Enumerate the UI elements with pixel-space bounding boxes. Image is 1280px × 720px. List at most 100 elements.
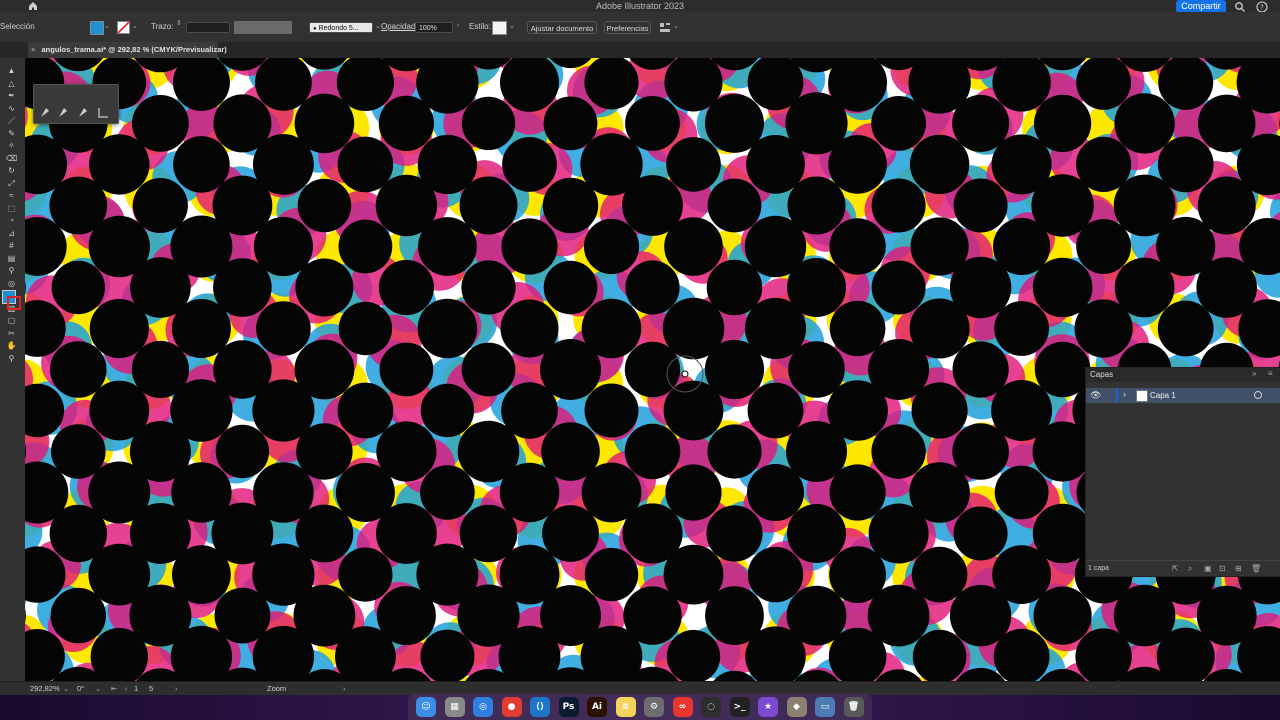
vscode-icon[interactable]: ⟨⟩ — [530, 697, 550, 717]
new-layer-icon[interactable]: ⊞ — [1235, 564, 1242, 573]
eyedropper-tool-icon[interactable]: ⚲ — [4, 264, 19, 277]
tool-mode: Zoom — [267, 684, 287, 693]
align-icon[interactable] — [659, 22, 671, 33]
photoshop-icon[interactable]: Ps — [558, 697, 579, 717]
gimp-icon[interactable]: ◆ — [786, 697, 807, 717]
halftone-dot — [871, 424, 926, 479]
layers-panel-title[interactable]: Capas — [1090, 370, 1113, 379]
page-nav-value[interactable]: 5 — [149, 684, 153, 694]
brush-value: Redondo 5... — [318, 25, 359, 32]
warp-tool-icon[interactable]: ≈ — [4, 189, 19, 202]
trash-icon[interactable]: 🗑 — [843, 697, 864, 717]
mesh-tool-icon[interactable]: # — [4, 239, 19, 252]
scale-tool-icon[interactable]: ⤢ — [4, 177, 19, 190]
new-sublayer-icon[interactable]: ⊡ — [1219, 564, 1226, 573]
stroke-stepper-icon[interactable]: ⇕ — [176, 19, 182, 27]
imovie-icon[interactable]: ★ — [758, 697, 778, 717]
prev-artboard-icon[interactable]: ‹ — [125, 684, 128, 694]
zoom-dropdown-icon[interactable]: ⌄ — [63, 684, 69, 694]
pen-tool-icon[interactable]: ✒ — [4, 89, 19, 102]
finder-icon[interactable]: ☺ — [416, 697, 436, 717]
rotate-tool-icon[interactable]: ↻ — [4, 164, 19, 177]
align-dropdown-icon[interactable]: ⌄ — [673, 22, 679, 30]
free-transform-tool-icon[interactable]: ⬚ — [4, 202, 19, 215]
curvature-tool-icon[interactable]: ∿ — [4, 102, 19, 115]
layer-row[interactable]: 👁 › Capa 1 — [1086, 388, 1280, 403]
halftone-dot — [50, 587, 106, 644]
direct-selection-tool-icon[interactable]: △ — [4, 77, 19, 90]
halftone-dot — [1032, 421, 1093, 482]
stroke-swatch[interactable] — [117, 21, 130, 34]
perspective-tool-icon[interactable]: ⊿ — [4, 227, 19, 240]
locate-object-icon[interactable]: ⌕ — [1188, 564, 1192, 574]
opacity-label[interactable]: Opacidad: — [381, 21, 417, 33]
close-tab-icon[interactable]: × — [31, 45, 35, 54]
fill-dropdown-icon[interactable]: ⌄ — [104, 22, 110, 30]
line-tool-icon[interactable]: ／ — [4, 114, 19, 127]
stroke-color-swatch[interactable] — [7, 296, 21, 310]
zoom-level[interactable]: 292,82% — [30, 684, 60, 694]
layer-name[interactable]: Capa 1 — [1150, 391, 1176, 400]
rotation-value[interactable]: 0° — [77, 684, 84, 694]
svg-text:?: ? — [1260, 4, 1264, 12]
blend-tool-icon[interactable]: ◎ — [4, 277, 19, 290]
system-preferences-icon[interactable]: ⚙ — [644, 697, 664, 717]
next-artboard-icon[interactable]: › — [175, 684, 178, 694]
shape-builder-tool-icon[interactable]: ◔ — [4, 214, 19, 227]
launchpad-icon[interactable]: ▦ — [444, 697, 465, 717]
home-icon[interactable] — [27, 0, 39, 12]
shaper-tool-icon[interactable]: ✧ — [4, 139, 19, 152]
clipping-mask-icon[interactable]: ▣ — [1204, 564, 1212, 573]
visibility-eye-icon[interactable]: 👁 — [1090, 390, 1101, 401]
activity-icon[interactable]: ◌ — [701, 697, 721, 717]
creative-cloud-icon[interactable]: ∞ — [672, 697, 693, 717]
gradient-tool-icon[interactable]: ▤ — [4, 252, 19, 265]
style-dropdown-icon[interactable]: ⌄ — [509, 22, 515, 30]
brush-dropdown-icon[interactable]: ⌄ — [375, 22, 381, 30]
halftone-dot — [378, 95, 434, 151]
window-title: Adobe Illustrator 2023 — [595, 1, 685, 11]
halftone-dot — [829, 218, 886, 275]
expand-layer-icon[interactable]: › — [1123, 389, 1126, 399]
safari-icon[interactable]: ◎ — [473, 697, 493, 717]
status-menu-icon[interactable]: › — [343, 684, 346, 694]
terminal-icon[interactable]: >_ — [729, 697, 750, 717]
halftone-dot — [912, 629, 967, 681]
paintbrush-tool-icon[interactable]: ✎ — [4, 127, 19, 140]
preview-icon[interactable]: ▭ — [815, 697, 835, 717]
artboard-number[interactable]: 1 — [134, 684, 138, 694]
collapse-panel-icon[interactable]: » — [1252, 369, 1256, 378]
selection-tool-icon[interactable]: ▲ — [4, 64, 19, 77]
notes-icon[interactable]: ≡ — [615, 697, 636, 717]
brush-definition[interactable]: ● Redondo 5... — [309, 22, 373, 33]
chrome-icon[interactable]: ● — [501, 697, 522, 717]
export-icon[interactable]: ⇱ — [1172, 564, 1179, 573]
hand-tool-icon[interactable]: ✋ — [4, 339, 19, 352]
preferences-button[interactable]: Preferencias — [604, 21, 651, 34]
artboard-tool-icon[interactable]: ▢ — [4, 314, 19, 327]
halftone-dot — [379, 342, 434, 397]
eraser-tool-icon[interactable]: ⌫ — [4, 152, 19, 165]
halftone-dot — [829, 464, 886, 521]
opacity-field[interactable]: 100% — [415, 22, 453, 33]
stroke-weight-field[interactable] — [186, 22, 230, 33]
halftone-dot — [871, 178, 926, 233]
illustrator-icon[interactable]: Ai — [587, 697, 607, 717]
variable-width-profile[interactable] — [234, 21, 292, 34]
halftone-dot — [502, 137, 557, 192]
floating-tool-panel[interactable] — [33, 84, 119, 124]
zoom-tool-icon[interactable]: ⚲ — [4, 352, 19, 365]
first-artboard-icon[interactable]: ⇤ — [111, 684, 117, 694]
stroke-dropdown-icon[interactable]: ⌄ — [132, 22, 138, 30]
graphic-style-swatch[interactable] — [492, 21, 507, 35]
document-tab[interactable]: × angulos_trama.ai* @ 292,82 % (CMYK/Pre… — [28, 42, 227, 58]
slice-tool-icon[interactable]: ✂ — [4, 327, 19, 340]
rotation-dropdown-icon[interactable]: ⌄ — [95, 684, 101, 694]
panel-menu-icon[interactable]: ≡ — [1268, 369, 1273, 378]
adjust-document-button[interactable]: Ajustar documento — [527, 21, 597, 34]
pen-tools-group-icon[interactable] — [38, 105, 114, 119]
opacity-arrow-icon[interactable]: › — [457, 22, 459, 29]
target-icon[interactable] — [1254, 391, 1262, 399]
delete-layer-icon[interactable]: 🗑 — [1251, 564, 1261, 573]
fill-swatch[interactable] — [90, 21, 104, 35]
